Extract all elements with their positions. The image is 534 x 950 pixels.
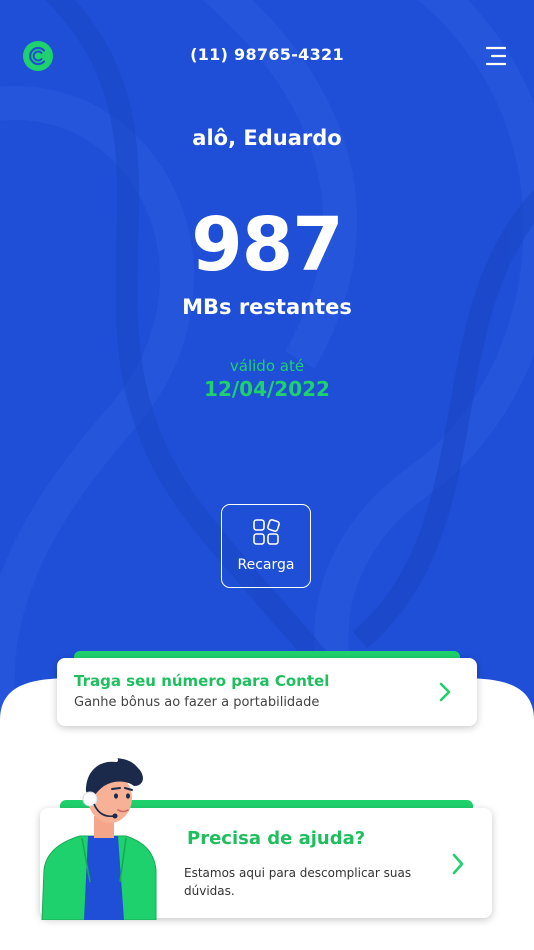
support-agent-illustration xyxy=(41,757,157,920)
help-subtitle: Estamos aqui para descomplicar suas dúvi… xyxy=(184,866,412,898)
apps-grid-icon xyxy=(253,519,280,545)
chevron-right-icon[interactable] xyxy=(438,681,452,703)
phone-number: (11) 98765-4321 xyxy=(190,45,344,64)
menu-icon[interactable] xyxy=(484,46,506,66)
portability-card[interactable]: Traga seu número para Contel Ganhe bônus… xyxy=(57,658,477,726)
recarga-label: Recarga xyxy=(237,557,295,573)
validity-label: válido até xyxy=(229,357,305,375)
portability-title: Traga seu número para Contel xyxy=(74,672,330,690)
validity-date: 12/04/2022 xyxy=(204,377,330,401)
greeting: alô, Eduardo xyxy=(192,126,342,150)
help-title: Precisa de ajuda? xyxy=(187,828,366,849)
chevron-right-icon[interactable] xyxy=(451,852,465,876)
recarga-button[interactable]: Recarga xyxy=(221,504,311,588)
data-balance-amount: 987 xyxy=(191,202,343,288)
portability-subtitle: Ganhe bônus ao fazer a portabilidade xyxy=(74,695,320,710)
top-bar: (11) 98765-4321 xyxy=(0,0,534,112)
data-balance-unit: MBs restantes xyxy=(182,295,352,319)
